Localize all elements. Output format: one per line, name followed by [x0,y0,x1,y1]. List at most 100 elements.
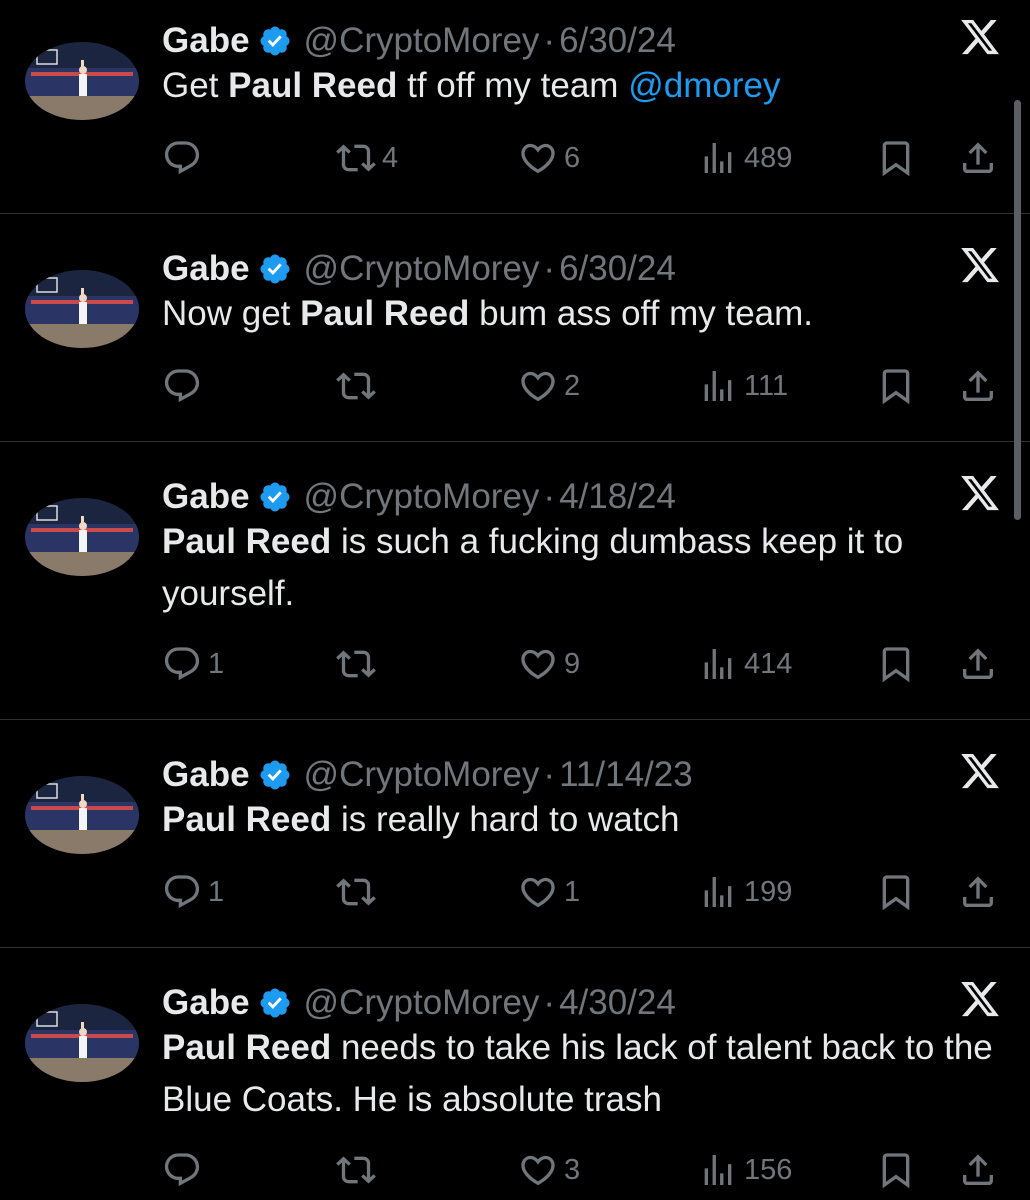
author-handle[interactable]: @CryptoMorey [304,983,540,1023]
reply-button[interactable]: 1 [162,642,224,686]
author-name[interactable]: Gabe [162,477,250,517]
author-handle[interactable]: @CryptoMorey [304,249,540,289]
reply-icon [164,369,200,403]
tweet-text: Get Paul Reed tf off my team @dmorey [162,60,1002,112]
like-button[interactable]: 1 [518,870,580,914]
reply-button[interactable] [162,136,208,180]
bookmark-button[interactable] [876,642,916,686]
verified-badge-icon [258,480,292,514]
tweet[interactable]: Gabe @CryptoMorey · 6/30/24 Get Paul Ree… [0,16,1030,216]
reply-icon [164,647,200,681]
tweet[interactable]: Gabe @CryptoMorey · 4/30/24 Paul Reed ne… [0,978,1030,1200]
reply-count: 1 [208,647,225,680]
repost-icon [336,372,376,400]
views-button[interactable]: 156 [698,1148,792,1192]
views-button[interactable]: 111 [698,364,788,408]
views-icon [704,649,732,679]
tweet-actions: 1 1 199 [162,870,1012,914]
text-run: tf off my team [397,66,629,105]
author-handle[interactable]: @CryptoMorey [304,21,540,61]
tweet[interactable]: Gabe @CryptoMorey · 4/18/24 Paul Reed is… [0,472,1030,722]
tweet-date[interactable]: 11/14/23 [559,755,693,795]
author-name[interactable]: Gabe [162,755,250,795]
repost-button[interactable]: 4 [336,136,398,180]
bookmark-icon [882,1153,910,1189]
tweet-date[interactable]: 6/30/24 [559,21,676,61]
repost-button[interactable] [336,364,382,408]
tweet-date[interactable]: 4/18/24 [559,477,676,517]
scrollbar[interactable] [1014,100,1021,520]
x-logo-icon [958,16,1002,58]
bookmark-icon [882,141,910,177]
bookmark-button[interactable] [876,364,916,408]
bookmark-button[interactable] [876,870,916,914]
share-button[interactable] [958,136,998,180]
bookmark-icon [882,875,910,911]
separator: · [543,983,556,1022]
views-button[interactable]: 489 [698,136,792,180]
tweet-actions: 2 111 [162,364,1012,408]
like-button[interactable]: 3 [518,1148,580,1192]
bold-text: Paul Reed [162,522,332,561]
share-icon [963,142,993,173]
share-button[interactable] [958,364,998,408]
separator: · [543,249,556,288]
avatar[interactable] [25,498,139,576]
avatar[interactable] [25,776,139,854]
bold-text: Paul Reed [228,66,398,105]
tweet-header: Gabe @CryptoMorey · 11/14/23 [162,750,693,800]
verified-badge-icon [258,24,292,58]
text-run: is really hard to watch [331,800,680,839]
tweet-header: Gabe @CryptoMorey · 6/30/24 [162,244,676,294]
bookmark-button[interactable] [876,136,916,180]
like-count: 1 [564,875,581,908]
heart-icon [521,877,555,908]
reply-button[interactable] [162,364,208,408]
author-handle[interactable]: @CryptoMorey [304,755,540,795]
views-button[interactable]: 199 [698,870,792,914]
views-icon [704,143,732,173]
like-button[interactable]: 6 [518,136,580,180]
avatar[interactable] [25,42,139,120]
share-button[interactable] [958,642,998,686]
tweet-actions: 3 156 [162,1148,1012,1192]
view-count: 489 [744,141,793,174]
repost-button[interactable] [336,1148,382,1192]
tweet[interactable]: Gabe @CryptoMorey · 11/14/23 Paul Reed i… [0,750,1030,950]
avatar[interactable] [25,270,139,348]
tweet-date[interactable]: 6/30/24 [559,249,676,289]
bold-text: Paul Reed [162,1028,332,1067]
author-name[interactable]: Gabe [162,249,250,289]
author-handle[interactable]: @CryptoMorey [304,477,540,517]
bookmark-button[interactable] [876,1148,916,1192]
repost-button[interactable] [336,642,382,686]
reply-icon [164,1153,200,1187]
like-button[interactable]: 2 [518,364,580,408]
text-run: Get [162,66,229,105]
separator: · [543,477,556,516]
author-name[interactable]: Gabe [162,983,250,1023]
tweet-feed: Gabe @CryptoMorey · 6/30/24 Get Paul Ree… [0,0,1030,1200]
reply-button[interactable]: 1 [162,870,224,914]
views-button[interactable]: 414 [698,642,792,686]
like-button[interactable]: 9 [518,642,580,686]
bookmark-icon [882,369,910,405]
tweet-date[interactable]: 4/30/24 [559,983,676,1023]
share-button[interactable] [958,1148,998,1192]
share-button[interactable] [958,870,998,914]
heart-icon [521,649,555,680]
x-logo-icon [958,978,1002,1020]
repost-icon [336,1156,376,1184]
repost-button[interactable] [336,870,382,914]
author-name[interactable]: Gabe [162,21,250,61]
reply-button[interactable] [162,1148,208,1192]
tweet[interactable]: Gabe @CryptoMorey · 6/30/24 Now get Paul… [0,244,1030,444]
mention-link[interactable]: @dmorey [628,66,780,105]
heart-icon [521,371,555,402]
tweet-header: Gabe @CryptoMorey · 6/30/24 [162,16,676,66]
like-count: 6 [564,141,581,174]
x-logo-icon [958,244,1002,286]
bookmark-icon [882,647,910,683]
tweet-header: Gabe @CryptoMorey · 4/18/24 [162,472,676,522]
avatar[interactable] [25,1004,139,1082]
